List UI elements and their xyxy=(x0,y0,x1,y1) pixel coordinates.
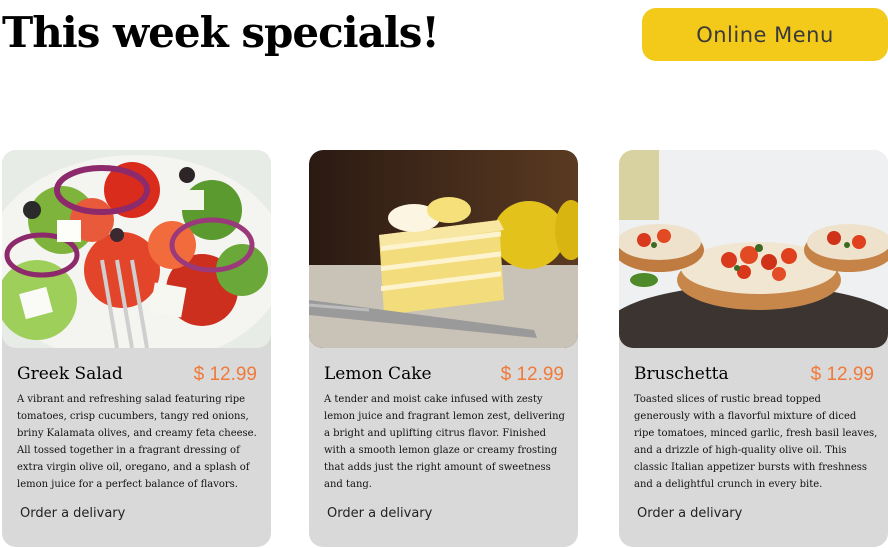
order-delivery-button[interactable]: Order a delivary xyxy=(637,506,742,521)
dish-description: Toasted slices of rustic bread topped ge… xyxy=(634,394,878,490)
special-card-greek-salad: Greek Salad $ 12.99 A vibrant and refres… xyxy=(2,150,271,547)
dish-price: $ 12.99 xyxy=(810,364,874,385)
dish-price: $ 12.99 xyxy=(193,364,257,385)
special-card-bruschetta: Bruschetta $ 12.99 Toasted slices of rus… xyxy=(619,150,888,547)
lemon-cake-photo xyxy=(309,150,578,348)
greek-salad-photo xyxy=(2,150,271,348)
dish-name: Greek Salad xyxy=(17,364,123,384)
dish-name: Lemon Cake xyxy=(324,364,432,384)
bruschetta-photo xyxy=(619,150,888,348)
page-title: This week specials! xyxy=(2,8,440,57)
order-delivery-button[interactable]: Order a delivary xyxy=(20,506,125,521)
special-card-lemon-cake: Lemon Cake $ 12.99 A tender and moist ca… xyxy=(309,150,578,547)
dish-price: $ 12.99 xyxy=(500,364,564,385)
online-menu-button[interactable]: Online Menu xyxy=(642,8,888,61)
dish-name: Bruschetta xyxy=(634,364,729,384)
order-delivery-button[interactable]: Order a delivary xyxy=(327,506,432,521)
dish-description: A tender and moist cake infused with zes… xyxy=(324,394,565,490)
dish-description: A vibrant and refreshing salad featuring… xyxy=(17,394,257,490)
